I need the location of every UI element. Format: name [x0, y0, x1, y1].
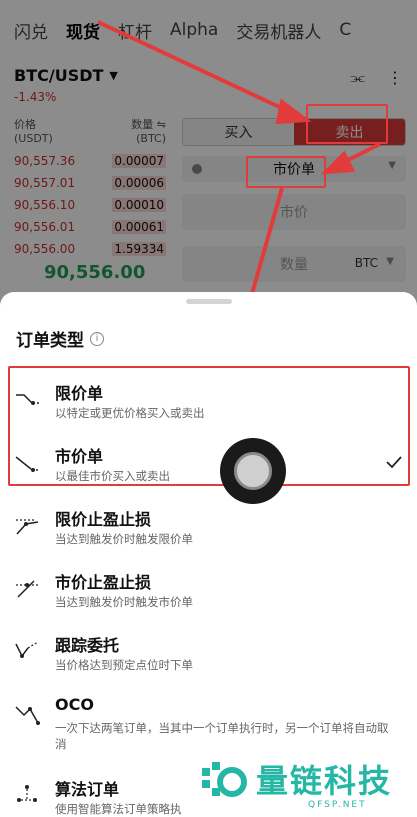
annotation-box-order-type	[246, 156, 326, 188]
sheet-title-text: 订单类型	[16, 331, 84, 351]
touch-indicator-core	[234, 452, 272, 490]
option-name: 算法订单	[55, 780, 120, 799]
option-desc: 使用智能算法订单策略执	[55, 802, 182, 816]
stop-market-icon	[16, 580, 38, 598]
option-name: 限价止盈止损	[55, 510, 152, 529]
stop-limit-icon	[16, 519, 39, 535]
watermark-mark-icon	[202, 762, 247, 797]
oco-icon	[15, 706, 40, 725]
option-desc: 当达到触发价时触发市价单	[55, 595, 193, 609]
annotation-box-sell	[306, 104, 388, 144]
algo-order-icon	[17, 785, 37, 802]
sheet-title: 订单类型 i	[16, 326, 104, 351]
option-desc: 当达到触发价时触发限价单	[55, 532, 193, 546]
watermark-logo: 量链科技 QFSP.NET	[196, 754, 410, 812]
trailing-stop-icon	[15, 641, 39, 658]
annotation-box-options	[8, 366, 410, 486]
info-icon[interactable]: i	[90, 331, 104, 346]
order-option-trailing[interactable]: 跟踪委托 当价格达到预定点位时下单	[0, 622, 417, 684]
touch-indicator	[220, 438, 286, 504]
order-option-stop-market[interactable]: 市价止盈止损 当达到触发价时触发市价单	[0, 559, 417, 621]
option-desc: 当价格达到预定点位时下单	[55, 658, 193, 672]
option-desc: 一次下达两笔订单，当其中一个订单执行时，另一个订单将自动取消	[55, 721, 389, 751]
option-name: 市价止盈止损	[55, 573, 152, 592]
watermark-brand: 量链科技	[256, 762, 393, 800]
option-name: OCO	[55, 695, 94, 714]
order-option-stop-limit[interactable]: 限价止盈止损 当达到触发价时触发限价单	[0, 496, 417, 558]
option-name: 跟踪委托	[55, 636, 120, 655]
order-option-oco[interactable]: OCO 一次下达两笔订单，当其中一个订单执行时，另一个订单将自动取消	[0, 685, 417, 757]
watermark-sub: QFSP.NET	[308, 800, 367, 810]
modal-backdrop[interactable]	[0, 0, 417, 300]
drag-handle[interactable]	[186, 299, 232, 304]
